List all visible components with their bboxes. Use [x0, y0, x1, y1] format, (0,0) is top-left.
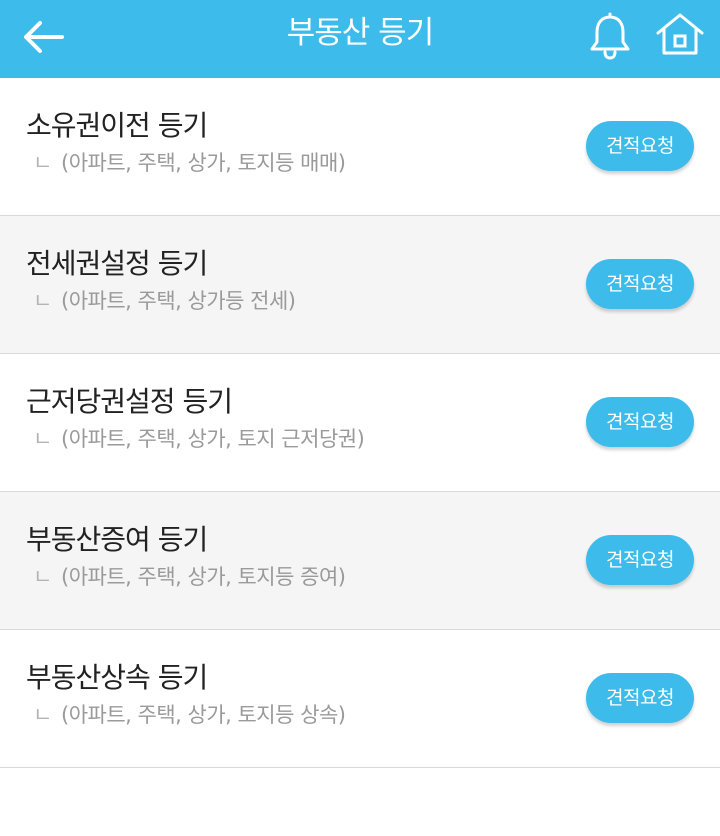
item-title: 부동산상속 등기 — [26, 661, 208, 694]
bell-icon[interactable] — [585, 8, 635, 62]
quote-request-button[interactable]: 견적요청 — [586, 535, 694, 585]
quote-request-button[interactable]: 견적요청 — [586, 259, 694, 309]
list-item[interactable]: 소유권이전 등기 ㄴ (아파트, 주택, 상가, 토지등 매매) 견적요청 — [0, 78, 720, 216]
list-item[interactable]: 부동산증여 등기 ㄴ (아파트, 주택, 상가, 토지등 증여) 견적요청 — [0, 492, 720, 630]
list-item[interactable]: 근저당권설정 등기 ㄴ (아파트, 주택, 상가, 토지 근저당권) 견적요청 — [0, 354, 720, 492]
quote-request-button[interactable]: 견적요청 — [586, 121, 694, 171]
item-subtitle: ㄴ (아파트, 주택, 상가등 전세) — [33, 286, 296, 316]
item-title: 근저당권설정 등기 — [26, 385, 233, 418]
home-icon[interactable] — [653, 10, 707, 58]
item-subtitle: ㄴ (아파트, 주택, 상가, 토지등 매매) — [33, 148, 346, 178]
item-subtitle-text: (아파트, 주택, 상가, 토지등 증여) — [61, 565, 346, 589]
quote-request-button[interactable]: 견적요청 — [586, 397, 694, 447]
item-title: 소유권이전 등기 — [26, 109, 208, 142]
item-subtitle-text: (아파트, 주택, 상가, 토지등 상속) — [61, 703, 346, 727]
item-subtitle: ㄴ (아파트, 주택, 상가, 토지 근저당권) — [33, 424, 365, 454]
registration-list: 소유권이전 등기 ㄴ (아파트, 주택, 상가, 토지등 매매) 견적요청 전세권… — [0, 78, 720, 768]
subitem-mark: ㄴ — [33, 565, 52, 589]
item-subtitle-text: (아파트, 주택, 상가등 전세) — [61, 289, 296, 313]
item-title: 부동산증여 등기 — [26, 523, 208, 556]
item-title: 전세권설정 등기 — [26, 247, 208, 280]
list-item[interactable]: 부동산상속 등기 ㄴ (아파트, 주택, 상가, 토지등 상속) 견적요청 — [0, 630, 720, 768]
item-subtitle: ㄴ (아파트, 주택, 상가, 토지등 증여) — [33, 562, 346, 592]
subitem-mark: ㄴ — [33, 427, 52, 451]
subitem-mark: ㄴ — [33, 289, 52, 313]
item-subtitle-text: (아파트, 주택, 상가, 토지등 매매) — [61, 151, 346, 175]
subitem-mark: ㄴ — [33, 151, 52, 175]
list-item[interactable]: 전세권설정 등기 ㄴ (아파트, 주택, 상가등 전세) 견적요청 — [0, 216, 720, 354]
item-subtitle-text: (아파트, 주택, 상가, 토지 근저당권) — [61, 427, 365, 451]
app-header: 부동산 등기 — [0, 0, 720, 78]
subitem-mark: ㄴ — [33, 703, 52, 727]
item-subtitle: ㄴ (아파트, 주택, 상가, 토지등 상속) — [33, 700, 346, 730]
quote-request-button[interactable]: 견적요청 — [586, 673, 694, 723]
